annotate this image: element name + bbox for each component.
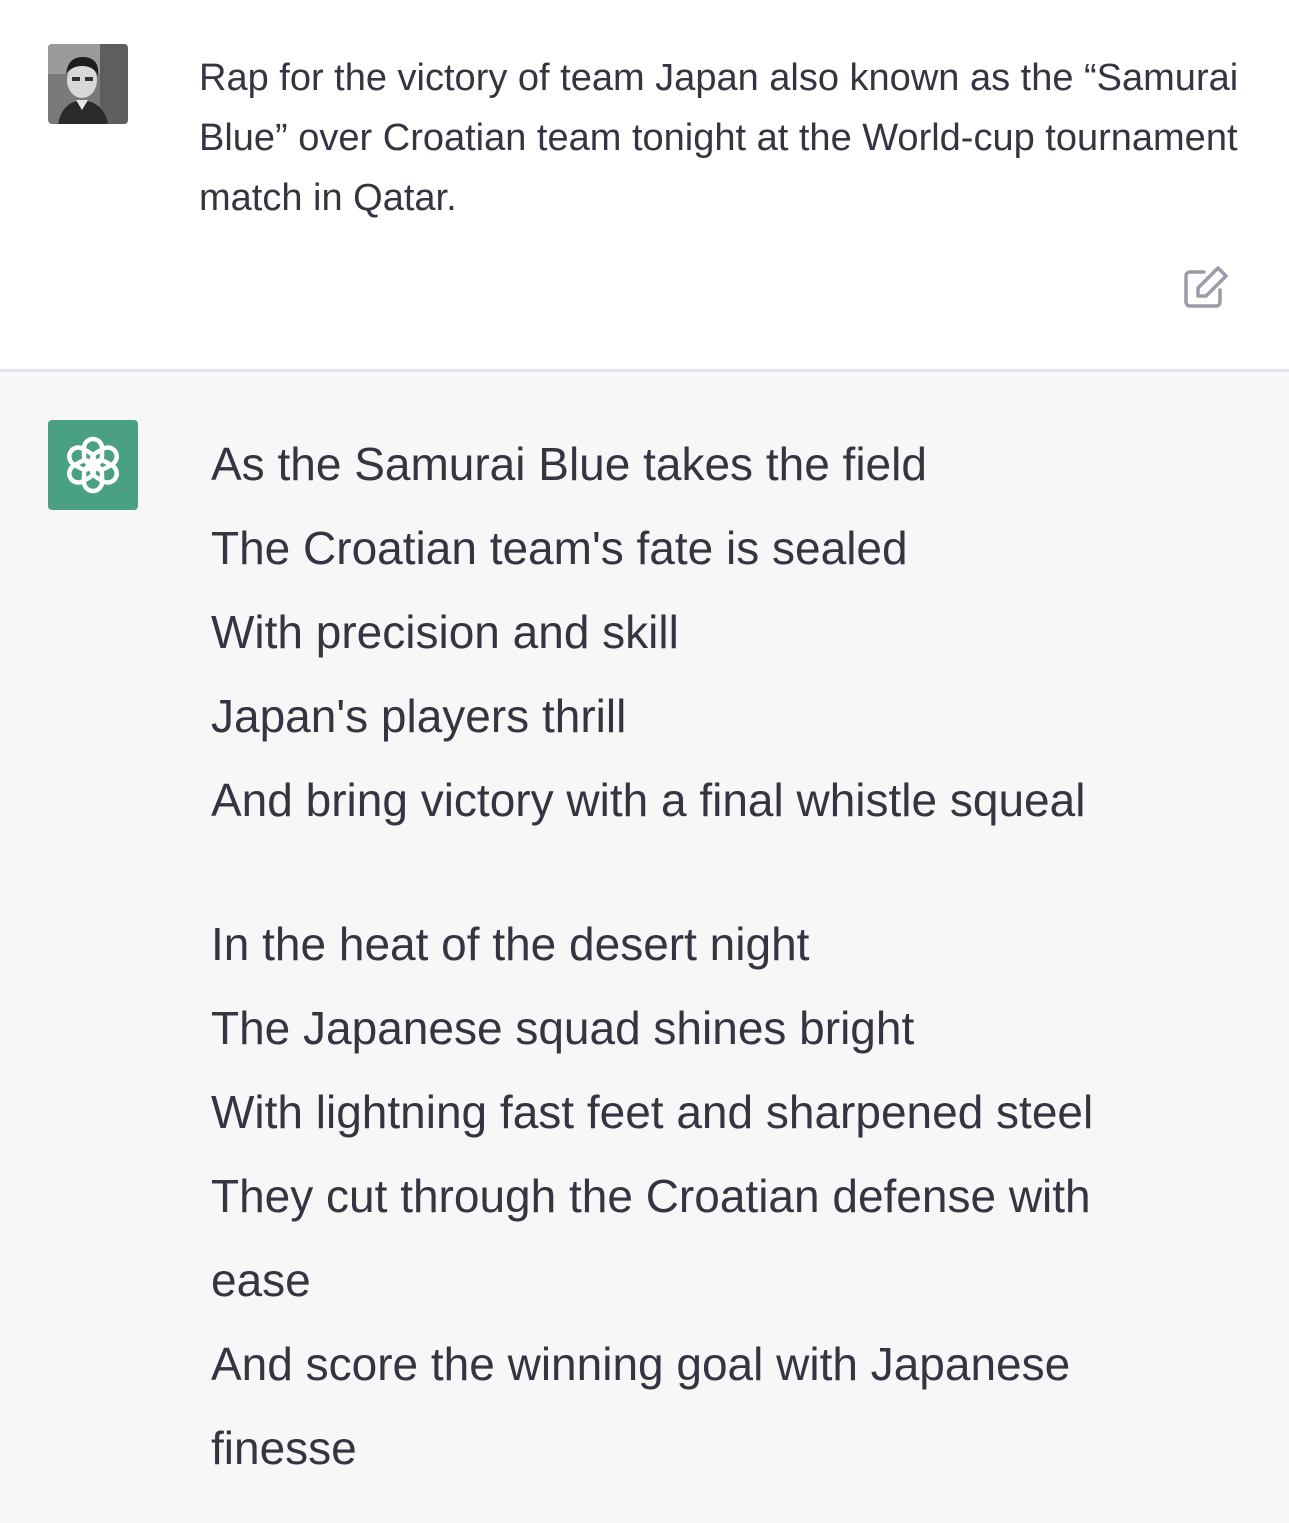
verse-line: The Croatian team's fate is sealed	[211, 522, 908, 574]
verse-line: As the Samurai Blue takes the field	[211, 438, 927, 490]
verse-line: In the heat of the desert night	[211, 918, 810, 970]
verse-line: They cut through the Croatian defense wi…	[211, 1170, 1091, 1222]
verse-line: finesse	[211, 1422, 357, 1474]
verse-line: And bring victory with a final whistle s…	[211, 774, 1086, 826]
user-message-row: Rap for the victory of team Japan also k…	[0, 0, 1289, 369]
assistant-avatar	[48, 420, 138, 510]
edit-icon[interactable]	[1180, 262, 1232, 314]
verse-2: In the heat of the desert night The Japa…	[211, 902, 1211, 1490]
verse-line: With precision and skill	[211, 606, 679, 658]
verse-line: Japan's players thrill	[211, 690, 627, 742]
user-avatar-photo	[48, 44, 128, 124]
assistant-message-row: As the Samurai Blue takes the field The …	[0, 372, 1289, 1523]
verse-1: As the Samurai Blue takes the field The …	[211, 422, 1211, 842]
verse-line: The Japanese squad shines bright	[211, 1002, 915, 1054]
user-prompt-text: Rap for the victory of team Japan also k…	[199, 57, 1239, 219]
verse-line: And score the winning goal with Japanese	[211, 1338, 1071, 1390]
openai-logo-icon	[67, 436, 119, 494]
verse-line: ease	[211, 1254, 311, 1306]
user-avatar	[48, 44, 128, 124]
verse-line: With lightning fast feet and sharpened s…	[211, 1086, 1094, 1138]
